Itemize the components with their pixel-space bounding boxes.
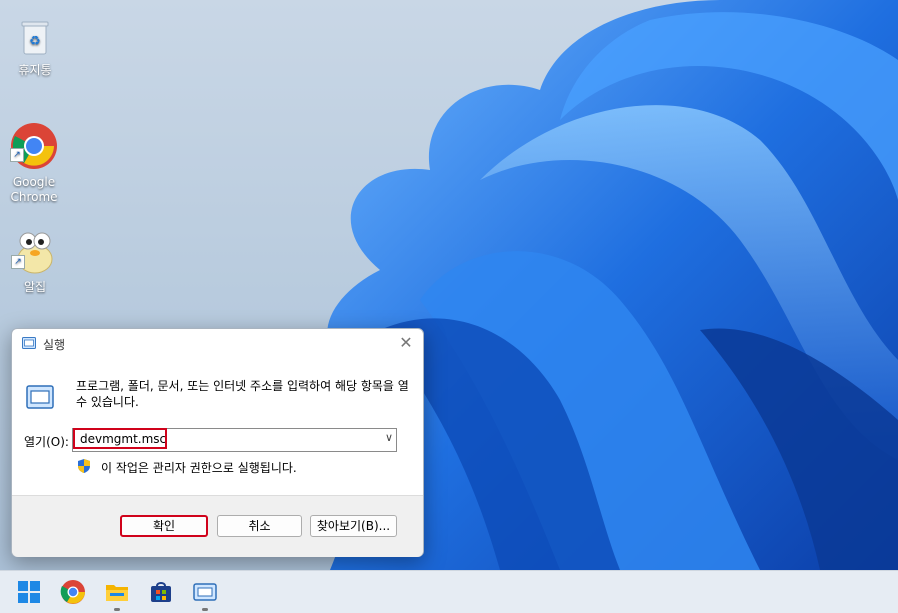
running-indicator	[114, 608, 120, 611]
recycle-bin-label: 휴지통	[18, 63, 52, 77]
alzip-label: 알집	[23, 280, 47, 294]
run-program-icon	[26, 385, 54, 409]
cancel-button[interactable]: 취소	[217, 515, 302, 537]
chrome-icon	[11, 123, 57, 169]
shortcut-arrow-icon: ↗	[10, 148, 24, 162]
chrome-label: Google Chrome	[10, 175, 58, 204]
uac-shield-icon	[78, 459, 90, 473]
running-indicator	[202, 608, 208, 611]
svg-text:♻: ♻	[29, 34, 41, 49]
button-panel: 확인 취소 찾아보기(B)...	[12, 495, 423, 557]
open-label: 열기(O):	[24, 435, 69, 449]
recycle-bin-icon: ♻	[21, 21, 49, 55]
run-icon[interactable]	[192, 579, 218, 605]
close-button[interactable]: ✕	[397, 334, 415, 352]
run-title-icon	[22, 337, 36, 349]
dialog-title: 실행	[43, 338, 66, 352]
taskbar	[0, 570, 898, 613]
browse-button[interactable]: 찾아보기(B)...	[310, 515, 397, 537]
chrome-desktop-icon[interactable]: ↗ Google Chrome	[2, 122, 66, 205]
chevron-down-icon[interactable]: ∨	[385, 431, 393, 444]
input-highlight-box	[73, 428, 167, 449]
file-explorer-icon[interactable]	[104, 579, 130, 605]
start-icon[interactable]	[16, 579, 42, 605]
dialog-titlebar[interactable]: 실행 ✕	[12, 329, 423, 359]
alzip-desktop-icon[interactable]: ↗ 알집	[3, 229, 67, 295]
admin-note: 이 작업은 관리자 권한으로 실행됩니다.	[101, 461, 297, 475]
ok-button[interactable]: 확인	[120, 515, 208, 537]
chrome-icon[interactable]	[60, 579, 86, 605]
run-dialog: 실행 ✕ 프로그램, 폴더, 문서, 또는 인터넷 주소를 입력하여 해당 항목…	[11, 328, 424, 557]
recycle-bin-desktop-icon[interactable]: ♻ 휴지통	[3, 18, 67, 78]
shortcut-arrow-icon: ↗	[11, 255, 25, 269]
dialog-description: 프로그램, 폴더, 문서, 또는 인터넷 주소를 입력하여 해당 항목을 열 수…	[76, 379, 409, 409]
store-icon[interactable]	[148, 579, 174, 605]
